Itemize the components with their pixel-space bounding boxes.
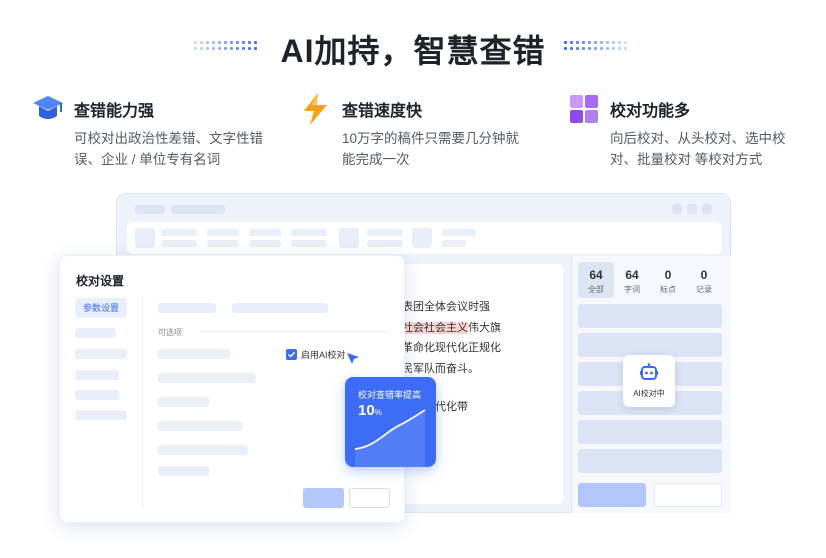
confirm-button[interactable] [303, 488, 344, 508]
feature-desc: 可校对出政治性差错、文字性错误、企业 / 单位专有名词 [74, 131, 263, 167]
cancel-button[interactable] [349, 488, 390, 508]
grid-blocks-icon [570, 95, 598, 123]
feature-desc: 向后校对、从头校对、选中校对、批量校对 等校对方式 [610, 131, 786, 167]
check-icon [287, 351, 296, 358]
setting-placeholder [158, 303, 216, 313]
decor-dot [606, 47, 609, 50]
enable-ai-label: 启用AI校对 [301, 350, 346, 360]
decor-dot [564, 47, 567, 50]
result-row[interactable] [578, 333, 722, 357]
page-title: AI加持，智慧查错 [280, 33, 546, 69]
feature-title: 查错能力强 [74, 103, 155, 120]
stat-words[interactable]: 64 字词 [614, 262, 650, 298]
setting-placeholder [232, 303, 328, 313]
feature-title: 查错速度快 [342, 103, 423, 120]
stat-all[interactable]: 64 全部 [578, 262, 614, 298]
window-control[interactable] [687, 204, 697, 214]
graduation-cap-icon [33, 96, 63, 119]
hero: AI加持，智慧查错 [0, 22, 826, 72]
cursor-icon [347, 353, 359, 364]
title-placeholder [171, 205, 225, 214]
stat-records[interactable]: 0 记录 [686, 262, 722, 298]
decor-dot [564, 41, 567, 44]
feature-title: 校对功能多 [610, 103, 691, 120]
decor-dot [570, 41, 573, 44]
decor-dot [570, 47, 573, 50]
nav-item-params[interactable]: 参数设置 [75, 298, 127, 318]
nav-item[interactable] [75, 328, 116, 338]
decor-dot [594, 47, 597, 50]
decor-dot [624, 41, 627, 44]
decor-dot [612, 41, 615, 44]
panel-primary-button[interactable] [578, 483, 646, 507]
decor-dot [582, 47, 585, 50]
toolbar-icon[interactable] [412, 228, 432, 248]
divider [142, 296, 143, 508]
result-row[interactable] [578, 449, 722, 473]
toolbar-icon[interactable] [339, 228, 359, 248]
title-placeholder [135, 205, 165, 214]
decor-dot [618, 41, 621, 44]
decor-dot [600, 47, 603, 50]
stat-punctuation[interactable]: 0 标点 [650, 262, 686, 298]
error-highlight[interactable]: 社会社会主义 [402, 322, 468, 334]
nav-item[interactable] [75, 410, 127, 420]
decor-dot [576, 47, 579, 50]
decor-dot [600, 41, 603, 44]
enable-ai-checkbox[interactable] [286, 349, 297, 360]
window-control[interactable] [702, 204, 712, 214]
decor-dot [618, 47, 621, 50]
decor-dot [594, 41, 597, 44]
decor-dot [588, 41, 591, 44]
decor-dot [576, 41, 579, 44]
result-row[interactable] [578, 420, 722, 444]
toolbar [127, 222, 722, 254]
window-control[interactable] [672, 204, 682, 214]
decor-dot [624, 47, 627, 50]
decor-dot [582, 41, 585, 44]
toolbar-icon[interactable] [135, 228, 155, 248]
ai-badge-label: AI校对中 [633, 389, 665, 398]
nav-item[interactable] [75, 390, 119, 400]
decor-dot [606, 41, 609, 44]
decor-dots-right [564, 41, 632, 53]
optional-label: 可选项 [158, 328, 182, 337]
setting-placeholder [158, 421, 242, 431]
accuracy-rate-card: 校对查错率提高 10% [345, 377, 436, 467]
feature-desc: 10万字的稿件只需要几分钟就能完成一次 [342, 131, 520, 167]
setting-placeholder [158, 466, 209, 476]
dialog-title: 校对设置 [76, 274, 125, 288]
robot-icon [640, 363, 658, 380]
decor-dot [612, 47, 615, 50]
nav-item[interactable] [75, 349, 127, 359]
nav-item[interactable] [75, 370, 119, 380]
ai-proofreading-badge: AI校对中 [623, 355, 675, 407]
decor-dot [588, 47, 591, 50]
lightning-icon [304, 93, 327, 125]
setting-placeholder [158, 445, 248, 455]
setting-placeholder [158, 373, 256, 383]
divider [200, 331, 390, 332]
setting-placeholder [158, 349, 230, 359]
setting-placeholder [158, 397, 209, 407]
panel-secondary-button[interactable] [654, 483, 722, 507]
result-row[interactable] [578, 304, 722, 328]
rising-curve-icon [354, 409, 426, 467]
